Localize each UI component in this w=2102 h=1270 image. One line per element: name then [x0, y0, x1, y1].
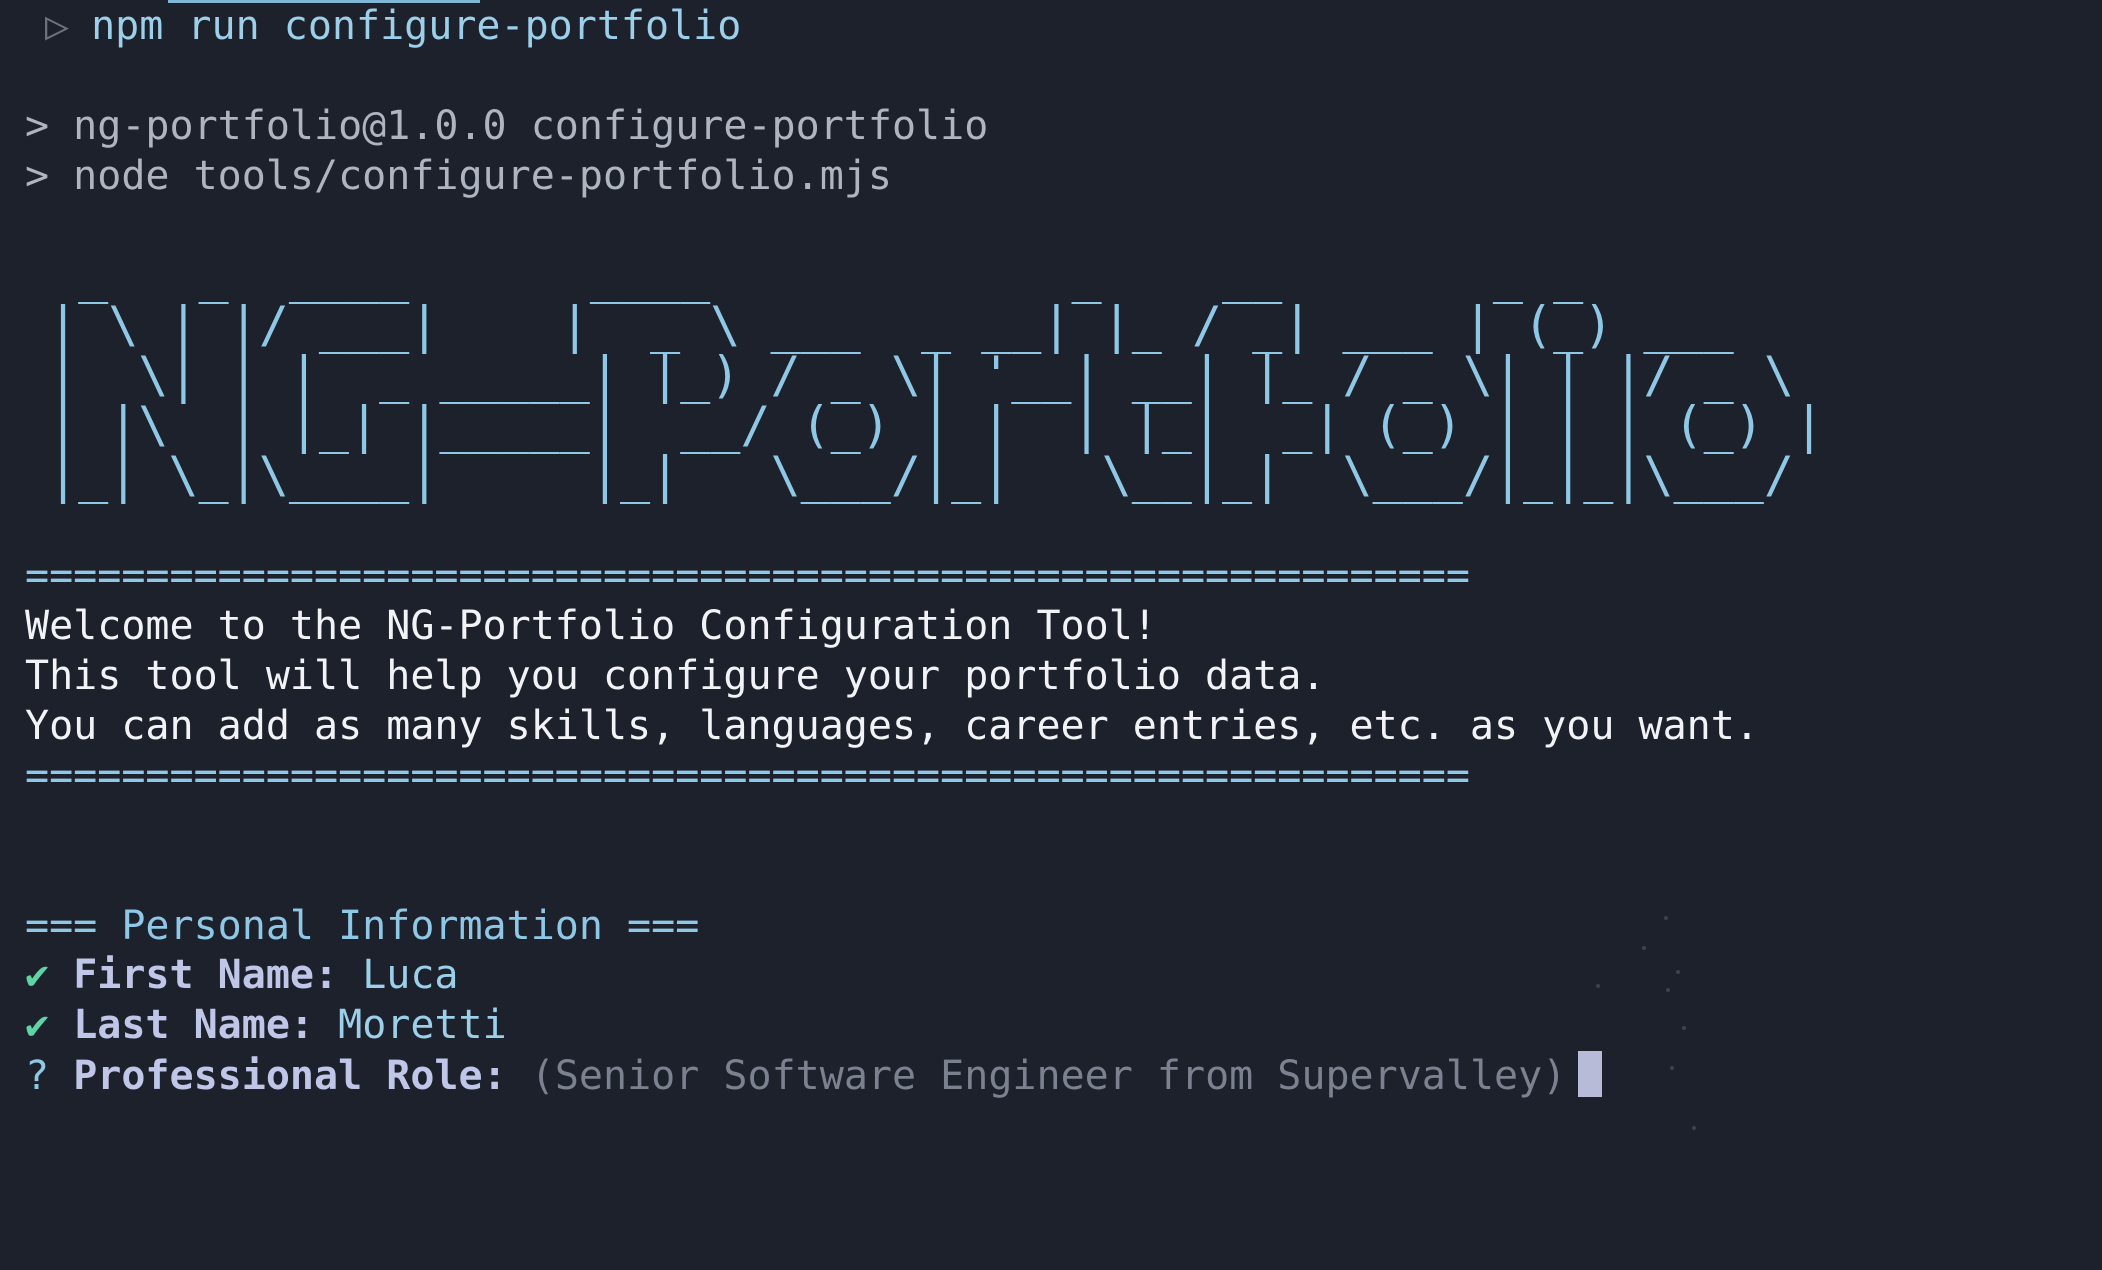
- checkmark-icon: ✔: [25, 952, 50, 998]
- question-mark-icon: ?: [25, 1053, 50, 1099]
- answer-first-name: ✔ First Name: Luca: [25, 951, 459, 999]
- ascii-banner: _ _ ____ ____ _ __ _ _ | \ | |/ ___| | _…: [48, 250, 1824, 500]
- welcome-line: Welcome to the NG-Portfolio Configuratio…: [25, 603, 1157, 649]
- command-line: ▷ npm run configure-portfolio: [45, 2, 741, 50]
- divider-rule: ========================================…: [25, 553, 1470, 599]
- field-value: Luca: [362, 952, 459, 998]
- text-cursor[interactable]: [1578, 1051, 1603, 1097]
- dot: [1676, 970, 1680, 974]
- command-text: npm run configure-portfolio: [91, 3, 742, 49]
- field-label: First Name:: [73, 952, 339, 998]
- welcome-line: You can add as many skills, languages, c…: [25, 703, 1759, 749]
- question-professional-role[interactable]: ? Professional Role: (Senior Software En…: [25, 1051, 1603, 1099]
- answer-last-name: ✔ Last Name: Moretti: [25, 1001, 507, 1049]
- dot: [1692, 1126, 1696, 1130]
- ascii-banner-line: |_| \_|\____| |_| \___/|_| \__|_| \___/|…: [48, 446, 1825, 504]
- dot: [1642, 946, 1646, 950]
- dot: [1682, 1026, 1686, 1030]
- field-label: Last Name:: [73, 1002, 315, 1048]
- field-value: Moretti: [338, 1002, 507, 1048]
- default-hint: (Senior Software Engineer from Supervall…: [530, 1053, 1567, 1099]
- prompt-triangle-icon: ▷: [45, 3, 70, 49]
- dot: [1596, 984, 1600, 988]
- dot: [1666, 988, 1670, 992]
- terminal-window[interactable]: ▷ npm run configure-portfolio > ng-portfo…: [0, 0, 2102, 1270]
- npm-script-line: > node tools/configure-portfolio.mjs: [25, 153, 892, 199]
- dot: [1664, 916, 1668, 920]
- welcome-line: This tool will help you configure your p…: [25, 653, 1326, 699]
- divider-rule: ========================================…: [25, 753, 1470, 799]
- npm-script-line: > ng-portfolio@1.0.0 configure-portfolio: [25, 103, 989, 149]
- field-label: Professional Role:: [73, 1053, 507, 1099]
- checkmark-icon: ✔: [25, 1002, 50, 1048]
- section-title: === Personal Information ===: [25, 903, 700, 949]
- dot: [1670, 1066, 1674, 1070]
